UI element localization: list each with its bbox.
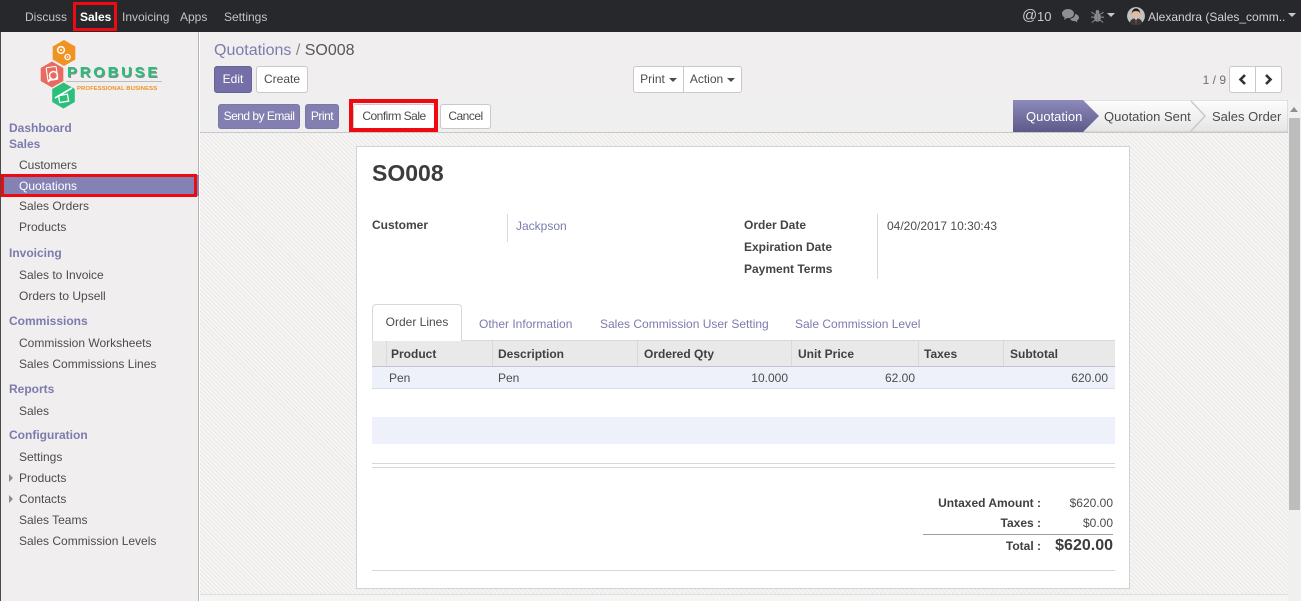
svg-text:PROBUSE: PROBUSE xyxy=(67,64,160,81)
svg-text:Quotation: Quotation xyxy=(1026,109,1082,124)
svg-text:Sales Order: Sales Order xyxy=(1212,109,1282,124)
svg-text:PROFESSIONAL BUSINESS: PROFESSIONAL BUSINESS xyxy=(77,86,157,92)
svg-text:Quotation Sent: Quotation Sent xyxy=(1104,109,1191,124)
